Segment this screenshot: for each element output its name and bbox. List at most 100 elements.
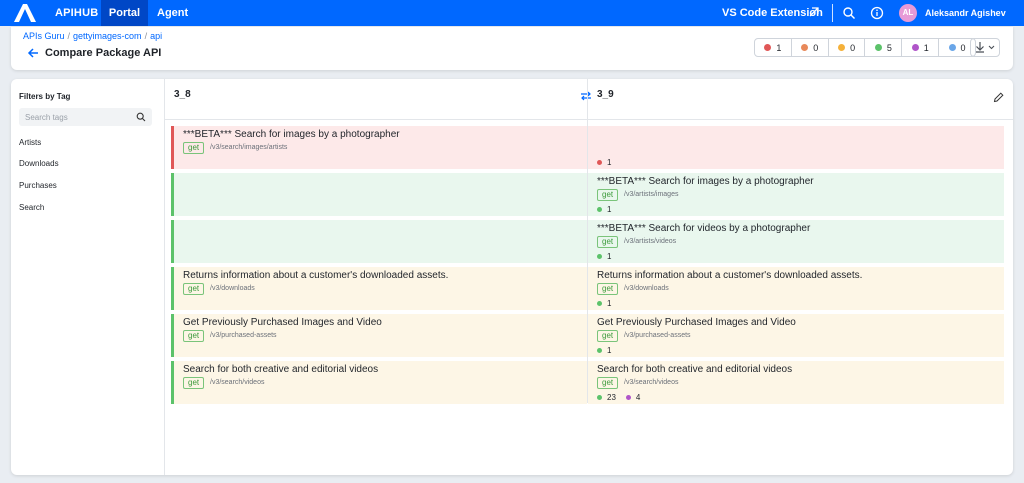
swap-versions-icon[interactable]	[580, 90, 592, 102]
method-badge: get	[183, 330, 205, 342]
tag-filter-sidebar: Filters by Tag Artists Downloads Purchas…	[11, 79, 165, 475]
tag-search[interactable]: Search	[19, 203, 44, 212]
change-severity-summary: 1 0 0 5 1 0	[754, 38, 976, 57]
method-badge: get	[597, 189, 619, 201]
left-operation-cell: ***BETA*** Search for images by a photog…	[174, 126, 587, 169]
user-avatar[interactable]: AL	[899, 4, 917, 22]
compare-panel: Filters by Tag Artists Downloads Purchas…	[11, 79, 1013, 475]
search-tags-input[interactable]	[19, 108, 152, 126]
change-count: 1	[597, 346, 611, 355]
right-operation-cell: Search for both creative and editorial v…	[588, 361, 1004, 404]
left-operation-cell	[174, 173, 587, 216]
apihub-logo-icon[interactable]	[12, 3, 38, 23]
change-count: 1	[597, 205, 611, 214]
counter-value: 1	[776, 42, 782, 53]
operation-row-changed[interactable]: Get Previously Purchased Images and Vide…	[171, 314, 1004, 357]
operation-path: /v3/search/images/artists	[210, 144, 288, 151]
search-icon[interactable]	[842, 6, 856, 20]
left-operation-cell: Get Previously Purchased Images and Vide…	[174, 314, 587, 357]
nav-tab-portal[interactable]: Portal	[101, 0, 148, 26]
counter-risky[interactable]: 0	[829, 39, 866, 56]
page-title: Compare Package API	[45, 47, 162, 59]
operation-title: ***BETA*** Search for images by a photog…	[183, 129, 400, 140]
operation-row-removed[interactable]: ***BETA*** Search for images by a photog…	[171, 126, 1004, 169]
breadcrumb-apis-guru[interactable]: APIs Guru	[23, 31, 65, 41]
tag-purchases[interactable]: Purchases	[19, 181, 57, 190]
operation-title: ***BETA*** Search for videos by a photog…	[597, 223, 811, 234]
download-button[interactable]	[970, 38, 1000, 57]
change-count: 1	[597, 299, 611, 308]
right-operation-cell: ***BETA*** Search for images by a photog…	[588, 173, 1004, 216]
counter-breaking[interactable]: 1	[755, 39, 792, 56]
operation-row-changed[interactable]: Search for both creative and editorial v…	[171, 361, 1004, 404]
deprecated-dot-icon	[801, 44, 809, 51]
operation-path: /v3/search/videos	[210, 379, 265, 386]
annotation-dot-icon	[625, 395, 631, 400]
nav-tab-agent[interactable]: Agent	[157, 7, 188, 19]
search-icon[interactable]	[136, 112, 146, 122]
non-breaking-dot-icon	[874, 44, 882, 51]
non-breaking-dot-icon	[597, 254, 602, 259]
topbar-divider	[832, 4, 833, 22]
counter-value: 1	[923, 42, 929, 53]
operation-path: /v3/search/videos	[624, 379, 679, 386]
breadcrumb-gettyimages[interactable]: gettyimages-com	[73, 31, 142, 41]
page-header: APIs Guru / gettyimages-com / api Compare Pa…	[11, 27, 1013, 70]
counter-value: 5	[886, 42, 892, 53]
counter-non-breaking[interactable]: 5	[865, 39, 903, 56]
right-version-label: 3_9	[597, 89, 614, 100]
info-icon[interactable]	[870, 6, 884, 20]
tag-downloads[interactable]: Downloads	[19, 159, 59, 168]
method-badge: get	[183, 283, 205, 295]
operation-row-added[interactable]: ***BETA*** Search for videos by a photog…	[171, 220, 1004, 263]
user-name[interactable]: Aleksandr Agishev	[925, 8, 1006, 18]
method-badge: get	[597, 236, 619, 248]
breadcrumb-api[interactable]: api	[150, 31, 162, 41]
method-badge: get	[597, 283, 619, 295]
operation-title: Search for both creative and editorial v…	[183, 364, 379, 375]
download-icon	[976, 42, 995, 53]
operation-row-changed[interactable]: Returns information about a customer's d…	[171, 267, 1004, 310]
breaking-dot-icon	[764, 44, 772, 51]
back-arrow-icon[interactable]	[27, 47, 39, 59]
operation-title: Get Previously Purchased Images and Vide…	[183, 317, 382, 328]
external-link-icon[interactable]	[808, 6, 820, 18]
right-operation-cell: Returns information about a customer's d…	[588, 267, 1004, 310]
operation-title: Returns information about a customer's d…	[597, 270, 863, 281]
non-breaking-dot-icon	[597, 207, 602, 212]
header-divider	[165, 119, 1013, 120]
non-breaking-dot-icon	[597, 348, 602, 353]
change-count-value: 4	[635, 393, 641, 402]
brand-name[interactable]: APIHUB	[55, 7, 98, 19]
left-operation-cell: Search for both creative and editorial v…	[174, 361, 587, 404]
non-breaking-dot-icon	[597, 395, 602, 400]
edit-pencil-icon[interactable]	[993, 92, 1004, 103]
counter-annotation[interactable]: 1	[902, 39, 940, 56]
tag-artists[interactable]: Artists	[19, 138, 41, 147]
change-count-value: 1	[607, 205, 612, 214]
counter-value: 0	[813, 42, 819, 53]
breaking-dot-icon	[597, 160, 602, 165]
breadcrumb-separator: /	[144, 31, 148, 41]
operation-path: /v3/artists/images	[624, 191, 679, 198]
counter-value: 0	[960, 42, 966, 53]
change-count-value: 1	[607, 252, 612, 261]
operation-row-added[interactable]: ***BETA*** Search for images by a photog…	[171, 173, 1004, 216]
left-operation-cell: Returns information about a customer's d…	[174, 267, 587, 310]
left-version-label: 3_8	[174, 89, 191, 100]
change-count-value: 1	[607, 346, 612, 355]
method-badge: get	[183, 377, 205, 389]
top-navigation-bar: APIHUB Portal Agent VS Code Extension AL…	[0, 0, 1024, 26]
operation-title: Search for both creative and editorial v…	[597, 364, 793, 375]
counter-deprecated[interactable]: 0	[792, 39, 829, 56]
annotation-dot-icon	[911, 44, 919, 51]
method-badge: get	[597, 377, 619, 389]
change-count: 1	[597, 158, 611, 167]
breadcrumb: APIs Guru / gettyimages-com / api	[23, 31, 162, 41]
non-breaking-dot-icon	[597, 301, 602, 306]
change-count: 23 4	[597, 393, 640, 402]
right-operation-cell: 1	[588, 126, 1004, 169]
counter-value: 0	[850, 42, 856, 53]
right-operation-cell: Get Previously Purchased Images and Vide…	[588, 314, 1004, 357]
operation-path: /v3/downloads	[210, 285, 255, 292]
